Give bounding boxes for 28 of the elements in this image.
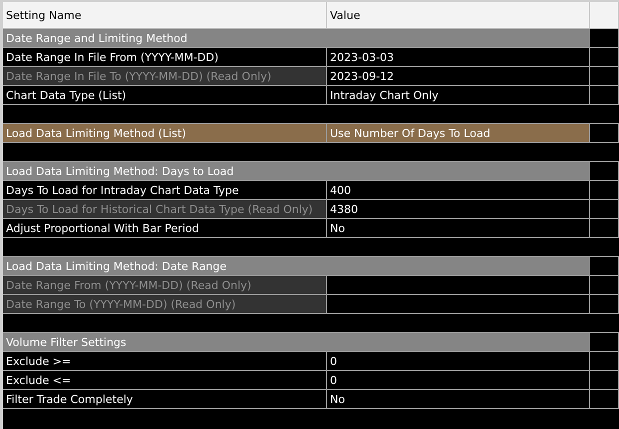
value-cell[interactable]: 4380 [327,200,590,218]
setting-name-cell[interactable]: Filter Trade Completely [3,390,327,408]
value-cell[interactable]: Use Number Of Days To Load [327,124,590,142]
section-header: Volume Filter Settings [3,333,590,351]
value-cell[interactable]: 0 [327,352,590,370]
setting-name-cell[interactable]: Date Range In File To (YYYY-MM-DD) (Read Only) [3,67,327,85]
setting-name-cell[interactable]: Days To Load for Historical Chart Data Type (Read Only) [3,200,327,218]
setting-name-cell[interactable]: Adjust Proportional With Bar Period [3,219,327,237]
setting-name-cell[interactable]: Exclude >= [3,352,327,370]
value-cell[interactable]: 400 [327,181,590,199]
setting-name-cell[interactable]: Date Range From (YYYY-MM-DD) (Read Only) [3,276,327,294]
setting-name-cell[interactable]: Chart Data Type (List) [3,86,327,104]
section-header: Date Range and Limiting Method [3,29,590,47]
value-cell[interactable]: No [327,219,590,237]
value-cell[interactable]: 0 [327,371,590,389]
setting-name-cell[interactable]: Days To Load for Intraday Chart Data Type [3,181,327,199]
column-header[interactable]: Value [327,2,590,28]
value-cell[interactable]: 2023-03-03 [327,48,590,66]
setting-name-cell[interactable]: Load Data Limiting Method (List) [3,124,327,142]
value-cell[interactable]: No [327,390,590,408]
value-cell[interactable]: 2023-09-12 [327,67,590,85]
value-cell[interactable]: Intraday Chart Only [327,86,590,104]
column-header[interactable]: Setting Name [3,2,327,28]
setting-name-cell[interactable]: Exclude <= [3,371,327,389]
setting-name-cell[interactable]: Date Range To (YYYY-MM-DD) (Read Only) [3,295,327,313]
setting-name-cell[interactable]: Date Range In File From (YYYY-MM-DD) [3,48,327,66]
section-header: Load Data Limiting Method: Date Range [3,257,590,275]
section-header: Load Data Limiting Method: Days to Load [3,162,590,180]
